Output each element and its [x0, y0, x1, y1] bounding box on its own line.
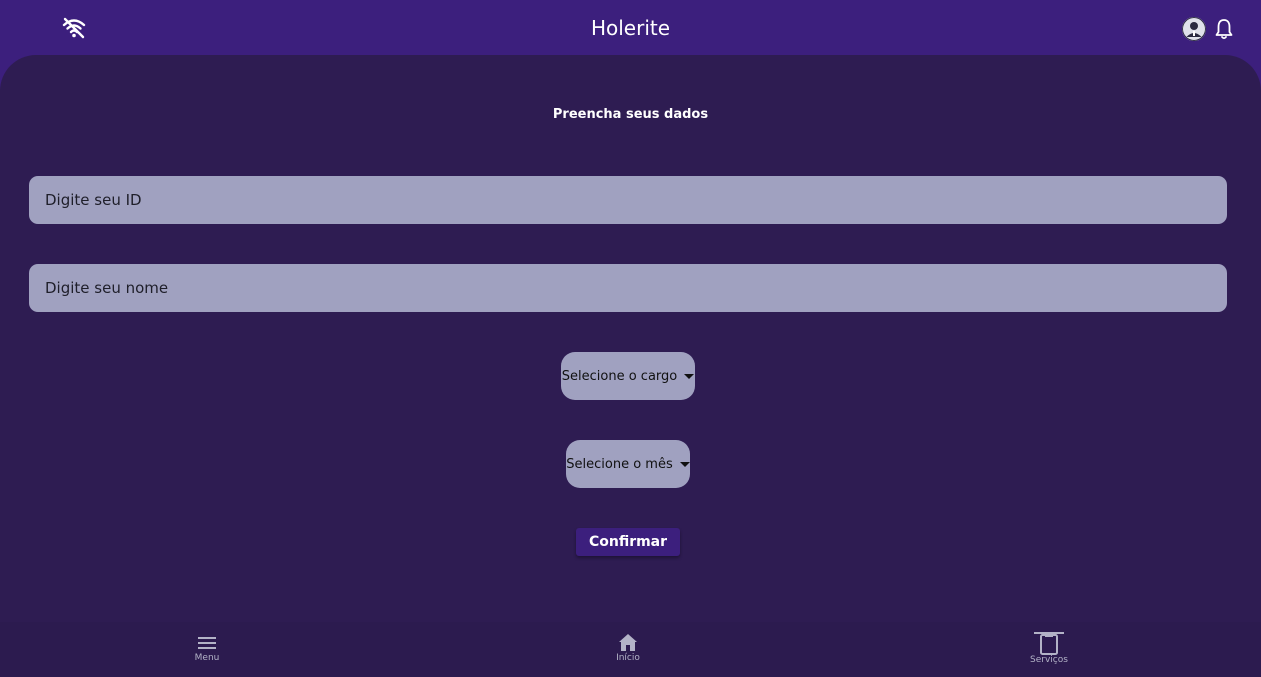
form-panel: Preencha seus dados Selecione o cargo Se…	[0, 55, 1261, 677]
nav-label-menu: Menu	[194, 653, 220, 663]
nav-label-inicio: Início	[616, 653, 640, 663]
form-title: Preencha seus dados	[552, 107, 709, 122]
avatar[interactable]	[1182, 17, 1206, 41]
home-icon	[619, 634, 637, 651]
app-title: Holerite	[590, 16, 671, 40]
clipboard-icon	[1034, 632, 1064, 655]
nav-item-servicos[interactable]: Serviços	[1004, 622, 1094, 677]
cargo-select-label: Selecione o cargo	[561, 368, 678, 384]
caret-down-icon	[679, 461, 690, 467]
mes-select[interactable]: Selecione o mês	[566, 440, 690, 488]
nav-label-servicos: Serviços	[1030, 655, 1068, 665]
id-input[interactable]	[29, 176, 1227, 224]
confirm-button[interactable]: Confirmar	[576, 528, 680, 556]
bottom-nav: Menu Início Serviços	[0, 622, 1261, 677]
mes-select-label: Selecione o mês	[566, 456, 673, 472]
user-avatar-icon	[1182, 17, 1206, 41]
name-input[interactable]	[29, 264, 1227, 312]
bell-icon[interactable]	[1214, 18, 1234, 40]
app-root: Holerite Preencha seus dados Selecione o…	[0, 0, 1261, 677]
hamburger-menu-icon	[198, 637, 216, 649]
nav-item-inicio[interactable]: Início	[583, 622, 673, 677]
caret-down-icon	[684, 373, 695, 379]
cargo-select[interactable]: Selecione o cargo	[561, 352, 695, 400]
nav-item-menu[interactable]: Menu	[162, 622, 252, 677]
